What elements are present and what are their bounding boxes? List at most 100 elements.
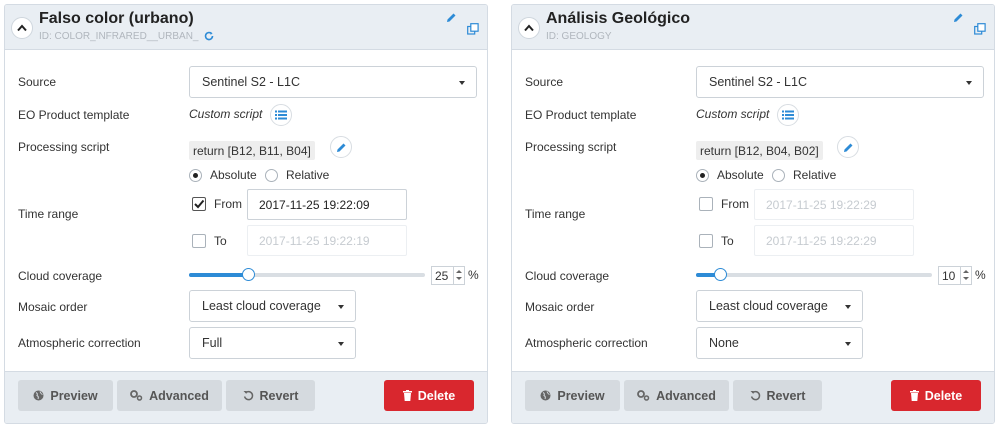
- collapse-button[interactable]: [518, 17, 540, 39]
- preview-button[interactable]: Preview: [18, 380, 113, 411]
- from-checkbox[interactable]: [699, 197, 713, 211]
- from-checkbox[interactable]: [192, 197, 206, 211]
- spinner-down-icon[interactable]: [963, 277, 969, 280]
- cloud-coverage-input[interactable]: 10: [938, 266, 972, 285]
- spinner-down-icon[interactable]: [456, 277, 462, 280]
- caret-down-icon: [338, 305, 344, 309]
- to-label: To: [721, 234, 734, 248]
- preview-button[interactable]: Preview: [525, 380, 620, 411]
- caret-down-icon: [459, 81, 465, 85]
- trash-icon: [909, 390, 919, 401]
- eo-template-label: EO Product template: [525, 108, 637, 122]
- atmospheric-correction-label: Atmospheric correction: [18, 336, 141, 350]
- advanced-label: Advanced: [149, 388, 209, 403]
- absolute-radio[interactable]: [189, 169, 202, 182]
- cloud-coverage-slider-fill: [189, 273, 248, 277]
- panel-title: Falso color (urbano): [39, 10, 194, 27]
- processing-script-label: Processing script: [18, 140, 110, 154]
- processing-script-code: return [B12, B11, B04]: [189, 141, 315, 160]
- undo-icon: [750, 390, 760, 401]
- pencil-icon: [336, 143, 345, 152]
- cloud-coverage-slider[interactable]: [189, 268, 425, 281]
- edit-script-button[interactable]: [330, 136, 352, 158]
- panel-id-text: ID: COLOR_INFRARED__URBAN_: [39, 31, 199, 42]
- checkmark-icon: [194, 199, 205, 209]
- mosaic-order-select[interactable]: Least cloud coverage: [189, 290, 356, 322]
- collapse-button[interactable]: [11, 17, 33, 39]
- to-date-input[interactable]: 2017-11-25 19:22:19: [247, 225, 407, 256]
- panel-id: ID: COLOR_INFRARED__URBAN_: [39, 31, 214, 42]
- atmospheric-correction-select[interactable]: Full: [189, 327, 356, 359]
- source-select[interactable]: Sentinel S2 - L1C: [189, 66, 477, 98]
- cloud-coverage-value: 25: [435, 269, 449, 283]
- relative-radio[interactable]: [772, 169, 785, 182]
- gears-icon: [637, 390, 650, 401]
- revert-button[interactable]: Revert: [226, 380, 315, 411]
- from-label: From: [721, 197, 749, 211]
- cloud-coverage-label: Cloud coverage: [18, 269, 103, 283]
- mosaic-order-label: Mosaic order: [525, 300, 595, 314]
- mosaic-order-value: Least cloud coverage: [202, 299, 321, 313]
- to-checkbox[interactable]: [699, 234, 713, 248]
- spinner-arrows[interactable]: [960, 267, 971, 284]
- refresh-icon[interactable]: [204, 31, 214, 41]
- to-date-input[interactable]: 2017-11-25 19:22:29: [754, 225, 914, 256]
- from-date-input[interactable]: 2017-11-25 19:22:29: [754, 189, 914, 220]
- revert-label: Revert: [259, 388, 299, 403]
- absolute-radio[interactable]: [696, 169, 709, 182]
- caret-down-icon: [845, 305, 851, 309]
- relative-radio-label: Relative: [793, 168, 837, 182]
- list-icon: [782, 110, 794, 120]
- atmospheric-correction-select[interactable]: None: [696, 327, 863, 359]
- chevron-up-icon: [17, 24, 27, 32]
- cloud-coverage-value: 10: [942, 269, 956, 283]
- copy-icon[interactable]: [974, 23, 986, 35]
- delete-button[interactable]: Delete: [891, 380, 981, 411]
- edit-title-pencil-icon[interactable]: [953, 12, 964, 23]
- cloud-coverage-slider-thumb[interactable]: [713, 268, 727, 281]
- panel-id: ID: GEOLOGY: [546, 31, 612, 42]
- source-select[interactable]: Sentinel S2 - L1C: [696, 66, 984, 98]
- edit-script-button[interactable]: [837, 136, 859, 158]
- percent-sign: %: [975, 268, 986, 282]
- undo-icon: [243, 390, 253, 401]
- template-list-button[interactable]: [777, 104, 799, 126]
- atmospheric-correction-value: None: [709, 336, 739, 350]
- list-icon: [275, 110, 287, 120]
- delete-button[interactable]: Delete: [384, 380, 474, 411]
- layer-panel-analisis-geologico: Análisis Geológico ID: GEOLOGY Source Se…: [511, 4, 995, 424]
- to-label: To: [214, 234, 227, 248]
- cloud-coverage-slider-thumb[interactable]: [242, 268, 255, 281]
- cloud-coverage-label: Cloud coverage: [525, 269, 610, 283]
- advanced-button[interactable]: Advanced: [117, 380, 222, 411]
- panel-title: Análisis Geológico: [546, 10, 691, 27]
- advanced-button[interactable]: Advanced: [624, 380, 729, 411]
- cloud-coverage-input[interactable]: 25: [431, 266, 465, 285]
- panel-id-text: ID: GEOLOGY: [546, 31, 612, 42]
- spinner-up-icon[interactable]: [456, 270, 462, 273]
- panel-footer: Preview Advanced Revert Delete: [512, 371, 994, 423]
- atmospheric-correction-value: Full: [202, 336, 223, 350]
- mosaic-order-value: Least cloud coverage: [709, 299, 828, 313]
- source-label: Source: [18, 75, 57, 89]
- copy-icon[interactable]: [467, 23, 479, 35]
- gears-icon: [130, 390, 143, 401]
- to-checkbox[interactable]: [192, 234, 206, 248]
- cloud-coverage-slider[interactable]: [696, 268, 932, 281]
- from-label: From: [214, 197, 242, 211]
- revert-button[interactable]: Revert: [733, 380, 822, 411]
- panel-header: Falso color (urbano) ID: COLOR_INFRARED_…: [5, 5, 487, 50]
- globe-icon: [540, 390, 551, 401]
- edit-title-pencil-icon[interactable]: [446, 12, 457, 23]
- template-list-button[interactable]: [270, 104, 292, 126]
- spinner-up-icon[interactable]: [963, 270, 969, 273]
- mosaic-order-select[interactable]: Least cloud coverage: [696, 290, 863, 322]
- relative-radio[interactable]: [265, 169, 278, 182]
- spinner-arrows[interactable]: [453, 267, 464, 284]
- caret-down-icon: [845, 342, 851, 346]
- from-date-input[interactable]: 2017-11-25 19:22:09: [247, 189, 407, 220]
- source-select-value: Sentinel S2 - L1C: [202, 75, 300, 89]
- delete-label: Delete: [417, 388, 456, 403]
- time-range-label: Time range: [525, 207, 586, 221]
- mosaic-order-label: Mosaic order: [18, 300, 88, 314]
